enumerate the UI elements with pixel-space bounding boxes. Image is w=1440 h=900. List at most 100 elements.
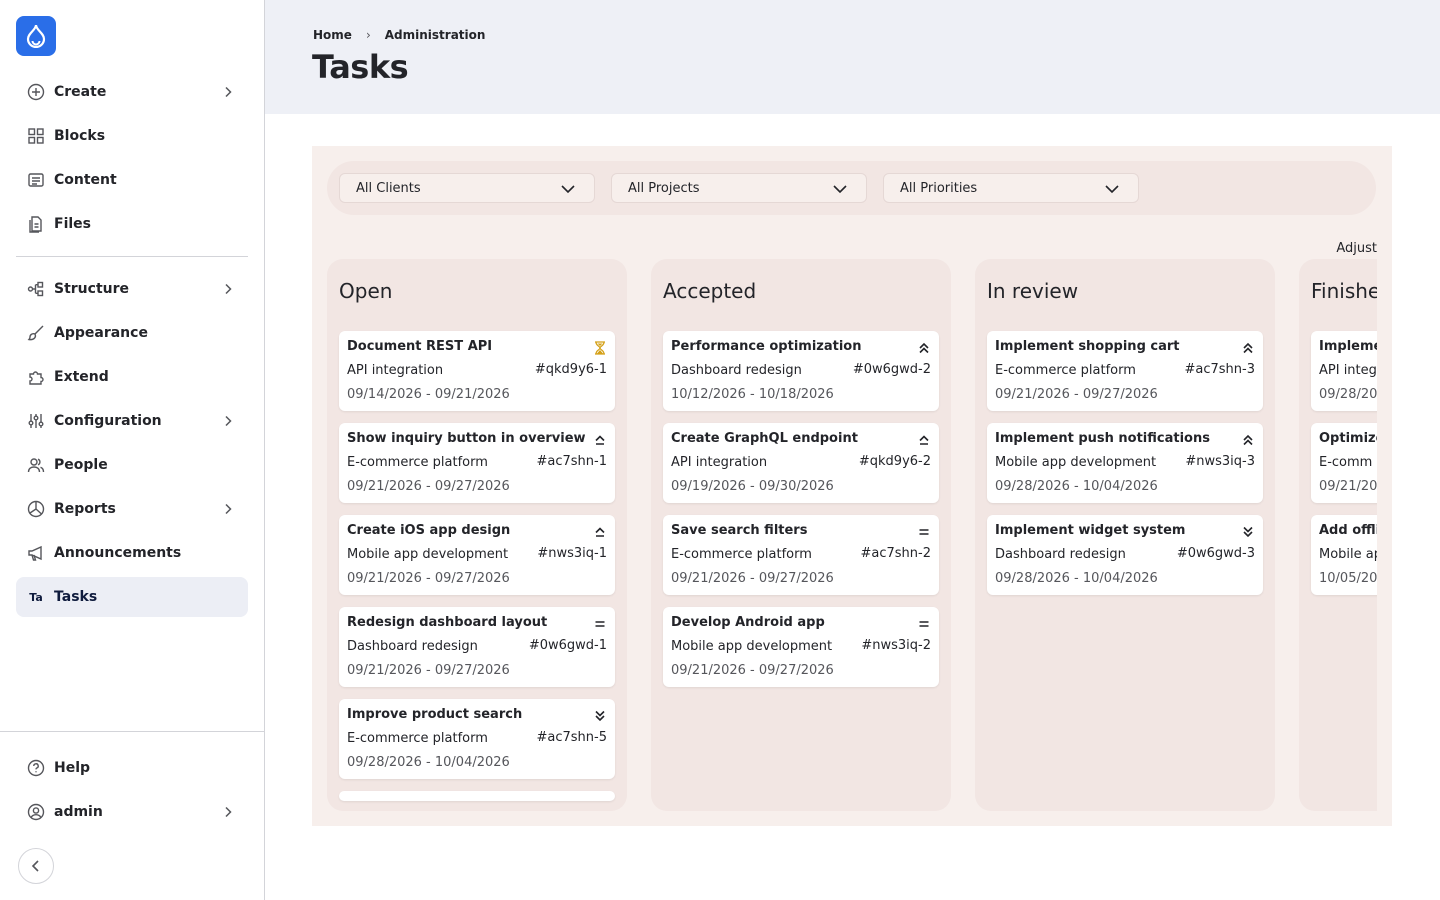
breadcrumb-home[interactable]: Home	[313, 28, 352, 42]
sidebar-item-content[interactable]: Content	[16, 160, 248, 200]
task-project: Mobile app development	[347, 547, 509, 562]
sidebar-item-label: People	[54, 457, 108, 473]
sidebar-item-label: Structure	[54, 281, 130, 297]
task-dates: 09/19/2026 - 09/30/2026	[671, 479, 834, 494]
task-card[interactable]: Implement widget system Dashboard redesig…	[987, 515, 1263, 595]
board-column-accepted: Accepted Performance optimization Dashboar…	[651, 259, 951, 811]
task-card[interactable]: Implement shopping cart E-commerce platfo…	[987, 331, 1263, 411]
content-doc-icon	[26, 170, 46, 190]
board-columns: Open Document REST API API integration 09/1…	[327, 259, 1377, 811]
sidebar-item-extend[interactable]: Extend	[16, 357, 248, 397]
files-icon	[26, 214, 46, 234]
sidebar-item-label: Configuration	[54, 413, 162, 429]
task-card[interactable]: Improve product search E-commerce platfor…	[339, 699, 615, 779]
sidebar-item-tasks[interactable]: Ta Tasks	[16, 577, 248, 617]
task-card[interactable]: Show inquiry button in overview E-commerc…	[339, 423, 615, 503]
priority-high-icon	[917, 433, 931, 447]
task-card[interactable]: Performance optimization Dashboard redesi…	[663, 331, 939, 411]
sidebar-item-label: Announcements	[54, 545, 182, 561]
task-id: #0w6gwd-2	[852, 362, 931, 377]
breadcrumb-separator-icon: ›	[365, 28, 371, 42]
task-title: Develop Android app	[671, 615, 825, 630]
client-filter-value: All Clients	[356, 180, 421, 196]
sidebar-item-people[interactable]: People	[16, 445, 248, 485]
task-card[interactable]: Implement push notifications Mobile app d…	[987, 423, 1263, 503]
task-dates: 09/14/2026 - 09/21/2026	[347, 387, 510, 402]
adjust-link[interactable]: Adjust	[1336, 241, 1377, 256]
task-dates: 09/21/202	[1319, 479, 1377, 494]
project-filter-select[interactable]: All Projects	[611, 173, 867, 203]
task-card[interactable]: Create iOS app design Mobile app developm…	[339, 515, 615, 595]
task-project: Dashboard redesign	[347, 639, 478, 654]
task-project: API integration	[671, 455, 768, 470]
sidebar-item-files[interactable]: Files	[16, 204, 248, 244]
chevron-right-icon	[220, 501, 236, 517]
column-title: Accepted	[663, 279, 757, 303]
priority-highest-icon	[1241, 433, 1255, 447]
task-card[interactable]: Document REST API API integration 09/14/20…	[339, 331, 615, 411]
task-card[interactable]: Impleme API integ 09/28/20	[1311, 331, 1377, 411]
sidebar-item-appearance[interactable]: Appearance	[16, 313, 248, 353]
task-title: Optimize	[1319, 431, 1377, 446]
task-dates: 09/21/2026 - 09/27/2026	[347, 571, 510, 586]
task-project: Mobile ap	[1319, 547, 1377, 562]
task-title: Implement shopping cart	[995, 339, 1180, 354]
sidebar-footer-help[interactable]: Help	[16, 748, 248, 788]
priority-filter-select[interactable]: All Priorities	[883, 173, 1139, 203]
task-title: Improve product search	[347, 707, 523, 722]
task-project: Mobile app development	[995, 455, 1157, 470]
task-project: E-comm	[1319, 455, 1373, 470]
task-id: #ac7shn-3	[1184, 362, 1256, 377]
nav-divider	[16, 256, 248, 257]
task-dates: 09/21/2026 - 09/27/2026	[995, 387, 1158, 402]
sidebar-item-label: Content	[54, 172, 117, 188]
sidebar-item-configuration[interactable]: Configuration	[16, 401, 248, 441]
task-card[interactable]: Optimize E-comm 09/21/202	[1311, 423, 1377, 503]
client-filter-select[interactable]: All Clients	[339, 173, 595, 203]
sidebar-item-label: Extend	[54, 369, 109, 385]
task-project: E-commerce platform	[995, 363, 1136, 378]
sidebar-item-announcements[interactable]: Announcements	[16, 533, 248, 573]
task-dates: 09/28/20	[1319, 387, 1377, 402]
column-title: Open	[339, 279, 393, 303]
task-id: #ac7shn-5	[536, 730, 608, 745]
people-icon	[26, 455, 46, 475]
task-dates: 09/21/2026 - 09/27/2026	[671, 663, 834, 678]
chevron-left-icon	[31, 860, 39, 872]
task-title: Redesign dashboard layout	[347, 615, 548, 630]
collapse-sidebar-button[interactable]	[18, 848, 54, 884]
task-card[interactable]: Redesign dashboard layout Dashboard redes…	[339, 607, 615, 687]
sidebar-item-structure[interactable]: Structure	[16, 269, 248, 309]
puzzle-icon	[26, 367, 46, 387]
sidebar-footer-admin[interactable]: admin	[16, 792, 248, 832]
task-card[interactable]: Save search filters E-commerce platform 09…	[663, 515, 939, 595]
sidebar-item-reports[interactable]: Reports	[16, 489, 248, 529]
filter-bar: All Clients All Projects All Priorities	[327, 161, 1376, 215]
task-project: Dashboard redesign	[671, 363, 802, 378]
task-card[interactable]: Create GraphQL endpoint API integration 09…	[663, 423, 939, 503]
task-dates: 09/21/2026 - 09/27/2026	[347, 663, 510, 678]
priority-high-icon	[593, 433, 607, 447]
task-project: API integ	[1319, 363, 1377, 378]
task-dates: 09/28/2026 - 10/04/2026	[347, 755, 510, 770]
priority-high-icon	[593, 525, 607, 539]
task-id: #0w6gwd-3	[1176, 546, 1255, 561]
sidebar-item-blocks[interactable]: Blocks	[16, 116, 248, 156]
board-column-finishe: Finishe Impleme API integ 09/28/20 Optimize E…	[1299, 259, 1377, 811]
drupal-logo[interactable]	[16, 16, 56, 56]
pie-chart-icon	[26, 499, 46, 519]
task-id: #nws3iq-2	[861, 638, 931, 653]
task-dates: 09/21/2026 - 09/27/2026	[671, 571, 834, 586]
sidebar-item-label: Appearance	[54, 325, 148, 341]
priority-filter-value: All Priorities	[900, 180, 978, 196]
breadcrumb-administration[interactable]: Administration	[385, 28, 486, 42]
sidebar-item-create[interactable]: Create	[16, 72, 248, 112]
priority-highest-icon	[917, 341, 931, 355]
task-card[interactable]: Develop Android app Mobile app developmen…	[663, 607, 939, 687]
page-title: Tasks	[312, 48, 409, 86]
task-project: API integration	[347, 363, 444, 378]
task-card[interactable]: Add offli Mobile ap 10/05/202	[1311, 515, 1377, 595]
task-project: E-commerce platform	[347, 731, 488, 746]
footer-divider	[0, 731, 265, 732]
task-card-partial[interactable]	[339, 791, 615, 801]
